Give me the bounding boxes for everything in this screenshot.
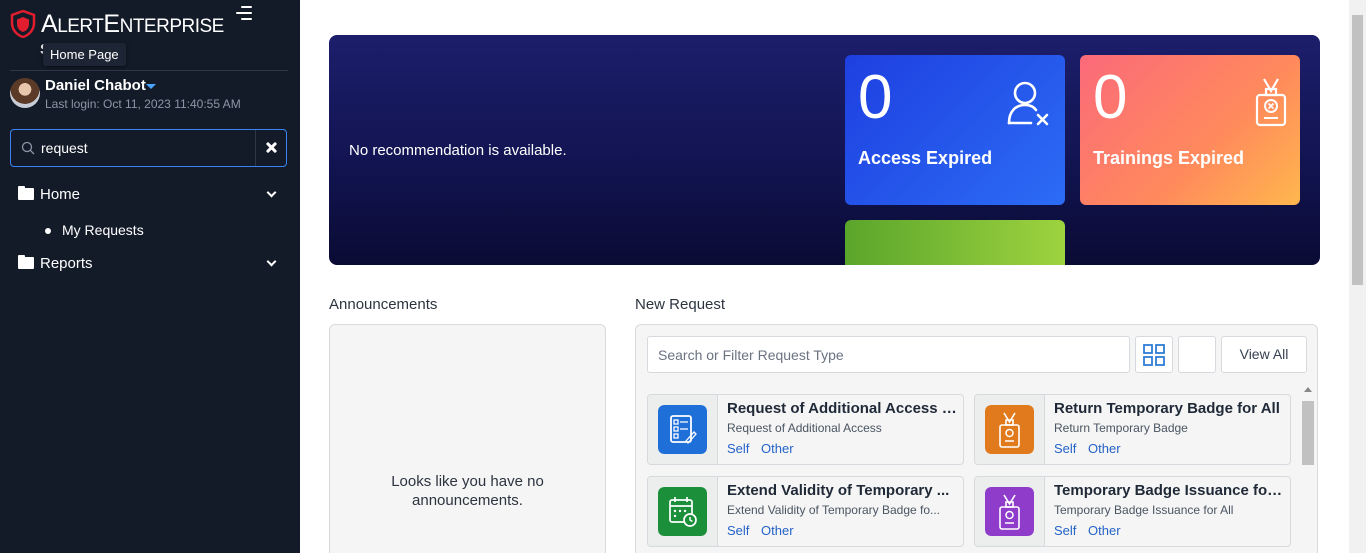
request-filter-input[interactable] [647, 336, 1130, 373]
request-card-links: Self Other [1054, 523, 1129, 538]
calendar-clock-icon [658, 487, 707, 536]
trainings-expired-card[interactable]: 0 Trainings Expired [1080, 55, 1300, 205]
sidebar-item-my-requests[interactable]: My Requests [45, 221, 245, 241]
menu-search-input[interactable] [41, 138, 251, 158]
announcements-empty-message: Looks like you have no announcements. [330, 472, 605, 510]
access-expired-label: Access Expired [858, 148, 993, 168]
scroll-thumb[interactable] [1352, 15, 1363, 285]
search-icon [21, 141, 35, 155]
user-remove-icon [1007, 81, 1049, 126]
badge-icon [985, 487, 1034, 536]
trainings-expired-label: Trainings Expired [1093, 148, 1245, 168]
request-card-title: Request of Additional Access f... [727, 400, 957, 417]
self-link[interactable]: Self [727, 523, 749, 538]
shield-logo-icon [10, 10, 36, 38]
brand-name: ALERTENTERPRISE [41, 10, 224, 38]
avatar[interactable] [10, 78, 40, 108]
request-card-links: Self Other [727, 441, 802, 456]
badge-expired-icon [1255, 78, 1287, 127]
user-profile[interactable]: Daniel Chabot Last login: Oct 11, 2023 1… [10, 76, 290, 116]
request-card-title: Extend Validity of Temporary ... [727, 482, 950, 499]
folder-icon [18, 255, 34, 269]
page-scrollbar[interactable] [1349, 0, 1366, 553]
new-request-panel: View All Request of Additional Access f.… [635, 324, 1318, 553]
view-all-button[interactable]: View All [1221, 336, 1307, 373]
new-request-title: New Request [635, 296, 726, 313]
self-link[interactable]: Self [1054, 441, 1076, 456]
scroll-thumb[interactable] [1302, 401, 1314, 465]
access-expired-count: 0 [858, 63, 893, 132]
empty-line: announcements. [412, 492, 523, 509]
request-card-subtitle: Request of Additional Access [727, 421, 882, 435]
clear-search-icon[interactable] [255, 130, 287, 166]
scroll-up-icon[interactable] [1304, 387, 1312, 392]
form-icon [658, 405, 707, 454]
grid-view-button[interactable] [1135, 336, 1173, 373]
chevron-down-icon[interactable] [266, 187, 277, 198]
request-card[interactable]: Extend Validity of Temporary ... Extend … [647, 476, 964, 547]
other-link[interactable]: Other [1088, 523, 1121, 538]
sidebar-item-label: Reports [40, 255, 93, 272]
no-recommendation-text: No recommendation is available. [349, 142, 567, 159]
sidebar-item-home[interactable]: Home [18, 183, 282, 207]
trainings-expired-count: 0 [1093, 63, 1128, 132]
badge-icon [985, 405, 1034, 454]
request-icon-wrap [975, 395, 1045, 464]
self-link[interactable]: Self [727, 441, 749, 456]
request-icon-wrap [648, 477, 718, 546]
request-card[interactable]: Request of Additional Access f... Reques… [647, 394, 964, 465]
request-card-links: Self Other [1054, 441, 1129, 456]
list-view-button[interactable] [1178, 336, 1216, 373]
access-expired-card[interactable]: 0 Access Expired [845, 55, 1065, 205]
other-link[interactable]: Other [761, 523, 794, 538]
sidebar-item-label: My Requests [62, 222, 144, 238]
request-card-links: Self Other [727, 523, 802, 538]
divider [10, 70, 288, 71]
announcements-panel: Looks like you have no announcements. [329, 324, 606, 553]
user-name[interactable]: Daniel Chabot [45, 77, 146, 94]
announcements-title: Announcements [329, 296, 438, 313]
request-panel-scrollbar[interactable] [1301, 385, 1315, 553]
request-card-subtitle: Extend Validity of Temporary Badge fo... [727, 503, 941, 517]
self-link[interactable]: Self [1054, 523, 1076, 538]
chevron-down-icon[interactable] [266, 256, 277, 267]
request-card-title: Temporary Badge Issuance for... [1054, 482, 1284, 499]
sidebar: ALERTENTERPRISE Sc Home Page Daniel Chab… [0, 0, 300, 553]
sidebar-item-reports[interactable]: Reports [18, 252, 282, 276]
menu-search-box [10, 129, 287, 167]
request-icon-wrap [975, 477, 1045, 546]
other-link[interactable]: Other [1088, 441, 1121, 456]
sidebar-item-label: Home [40, 186, 81, 203]
request-icon-wrap [648, 395, 718, 464]
grid-icon [1143, 344, 1165, 366]
empty-line: Looks like you have no [391, 473, 544, 490]
folder-icon [18, 186, 34, 200]
request-card-subtitle: Temporary Badge Issuance for All [1054, 503, 1234, 517]
recommendation-card[interactable] [845, 220, 1065, 265]
last-login: Last login: Oct 11, 2023 11:40:55 AM [45, 97, 241, 111]
menu-toggle-icon[interactable] [236, 6, 252, 22]
caret-down-icon[interactable] [146, 84, 156, 89]
request-card[interactable]: Return Temporary Badge for All Return Te… [974, 394, 1291, 465]
bullet-icon [45, 228, 51, 234]
request-card[interactable]: Temporary Badge Issuance for... Temporar… [974, 476, 1291, 547]
home-page-tooltip: Home Page [43, 43, 126, 66]
request-card-title: Return Temporary Badge for All [1054, 400, 1280, 417]
request-card-subtitle: Return Temporary Badge [1054, 421, 1188, 435]
other-link[interactable]: Other [761, 441, 794, 456]
recommendation-banner: No recommendation is available. 0 Access… [329, 35, 1320, 265]
